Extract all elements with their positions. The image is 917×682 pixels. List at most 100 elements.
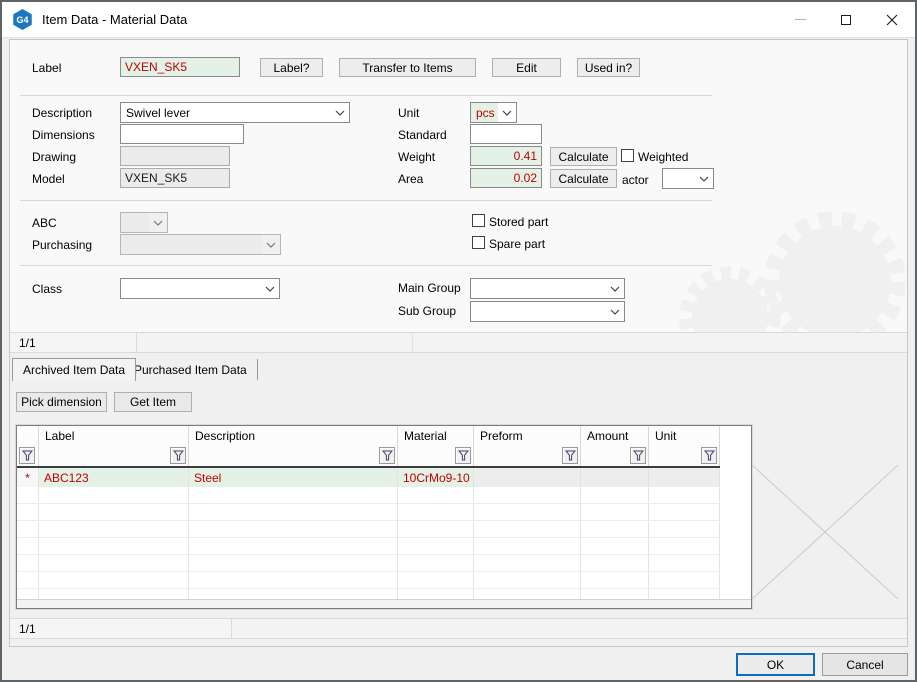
- standard-input[interactable]: [470, 124, 542, 144]
- maximize-icon: [841, 15, 851, 25]
- preview-placeholder: [752, 465, 898, 599]
- grid-col-amount[interactable]: Amount: [581, 426, 649, 466]
- label-question-button[interactable]: Label?: [260, 58, 323, 77]
- filter-funnel-icon: [704, 450, 715, 461]
- filter-button[interactable]: [701, 447, 717, 464]
- calculate-area-button[interactable]: Calculate: [550, 169, 617, 188]
- spare-part-checkbox[interactable]: [472, 236, 485, 249]
- material-form: Label Label? Transfer to Items Edit Used…: [10, 40, 907, 332]
- label-caption: Label: [32, 61, 61, 75]
- model-caption: Model: [32, 172, 65, 186]
- grid-col-unit[interactable]: Unit: [649, 426, 720, 466]
- g4-app-icon: G4: [12, 9, 33, 30]
- purchasing-value: [121, 235, 262, 254]
- filter-funnel-icon: [633, 450, 644, 461]
- grid-empty-row: [17, 487, 720, 504]
- close-icon: [886, 14, 898, 26]
- unit-combo[interactable]: pcs: [470, 102, 517, 123]
- tab-purchased-item-data[interactable]: Purchased Item Data: [124, 359, 258, 380]
- record-count-bottom: 1/1: [10, 619, 232, 638]
- grid-horizontal-scrollbar[interactable]: [17, 599, 751, 608]
- cell-label[interactable]: ABC123: [39, 468, 189, 487]
- description-combo[interactable]: Swivel lever: [120, 102, 350, 123]
- separator: [20, 95, 712, 96]
- cell-preform[interactable]: [474, 468, 581, 487]
- separator: [20, 200, 712, 201]
- record-count-top: 1/1: [10, 333, 137, 352]
- grid-data-row[interactable]: * ABC123 Steel 10CrMo9-10: [17, 468, 720, 487]
- filter-button[interactable]: [562, 447, 578, 464]
- purchasing-caption: Purchasing: [32, 238, 92, 252]
- spare-part-label: Spare part: [489, 237, 545, 251]
- separator: [20, 265, 712, 266]
- cell-material[interactable]: 10CrMo9-10: [398, 468, 474, 487]
- dimensions-input[interactable]: [120, 124, 244, 144]
- chevron-down-icon: [606, 286, 624, 292]
- used-in-button[interactable]: Used in?: [577, 58, 640, 77]
- grid-col-preform[interactable]: Preform: [474, 426, 581, 466]
- chevron-down-icon: [262, 242, 280, 248]
- navigator-segment: [137, 333, 413, 352]
- grid-header-row: Label Description Material Preform: [17, 426, 720, 468]
- grid-col-description[interactable]: Description: [189, 426, 398, 466]
- main-group-combo[interactable]: [470, 278, 625, 299]
- chevron-down-icon: [149, 220, 167, 226]
- abc-combo: [120, 212, 168, 233]
- standard-caption: Standard: [398, 128, 447, 142]
- pick-dimension-button[interactable]: Pick dimension: [16, 392, 107, 412]
- filter-button[interactable]: [19, 447, 35, 464]
- row-marker: *: [17, 468, 39, 487]
- unit-value: pcs: [471, 103, 498, 122]
- filter-button[interactable]: [455, 447, 471, 464]
- dialog-content: Label Label? Transfer to Items Edit Used…: [9, 39, 908, 647]
- drawing-caption: Drawing: [32, 150, 76, 164]
- abc-value: [121, 213, 149, 232]
- cell-amount[interactable]: [581, 468, 649, 487]
- tab-archived-item-data[interactable]: Archived Item Data: [12, 358, 136, 381]
- filter-button[interactable]: [630, 447, 646, 464]
- grid-selector-header: [17, 426, 39, 466]
- sub-group-combo[interactable]: [470, 301, 625, 322]
- label-input[interactable]: [120, 57, 240, 77]
- filter-funnel-icon: [22, 450, 33, 461]
- edit-button[interactable]: Edit: [492, 58, 561, 77]
- weight-input[interactable]: [470, 146, 542, 166]
- main-group-caption: Main Group: [398, 281, 461, 295]
- description-value: Swivel lever: [121, 106, 331, 120]
- filter-button[interactable]: [170, 447, 186, 464]
- chevron-down-icon: [606, 309, 624, 315]
- grid-col-label[interactable]: Label: [39, 426, 189, 466]
- area-input[interactable]: [470, 168, 542, 188]
- gears-watermark-icon: [675, 132, 905, 332]
- cell-description[interactable]: Steel: [189, 468, 398, 487]
- archived-items-grid: Label Description Material Preform: [16, 425, 752, 609]
- close-button[interactable]: [869, 2, 915, 37]
- grid-empty-row: [17, 521, 720, 538]
- weighted-checkbox[interactable]: [621, 149, 634, 162]
- get-item-button[interactable]: Get Item: [114, 392, 192, 412]
- filter-funnel-icon: [458, 450, 469, 461]
- stored-part-checkbox[interactable]: [472, 214, 485, 227]
- grid-col-material[interactable]: Material: [398, 426, 474, 466]
- item-data-dialog: G4 Item Data - Material Data Label: [0, 0, 917, 682]
- cell-unit[interactable]: [649, 468, 720, 487]
- transfer-to-items-button[interactable]: Transfer to Items: [339, 58, 476, 77]
- ok-button[interactable]: OK: [736, 653, 815, 676]
- abc-caption: ABC: [32, 216, 57, 230]
- chevron-down-icon: [261, 286, 279, 292]
- tab-label: Archived Item Data: [23, 363, 125, 377]
- minimize-button[interactable]: [777, 2, 823, 37]
- filter-funnel-icon: [382, 450, 393, 461]
- calculate-weight-button[interactable]: Calculate: [550, 147, 617, 166]
- chevron-down-icon: [331, 110, 349, 116]
- chevron-down-icon: [695, 176, 713, 182]
- factor-combo[interactable]: [662, 168, 714, 189]
- record-navigator-bottom: 1/1: [10, 618, 907, 639]
- maximize-button[interactable]: [823, 2, 869, 37]
- model-input: [120, 168, 230, 188]
- drawing-input: [120, 146, 230, 166]
- area-caption: Area: [398, 172, 423, 186]
- filter-button[interactable]: [379, 447, 395, 464]
- class-combo[interactable]: [120, 278, 280, 299]
- cancel-button[interactable]: Cancel: [822, 653, 908, 676]
